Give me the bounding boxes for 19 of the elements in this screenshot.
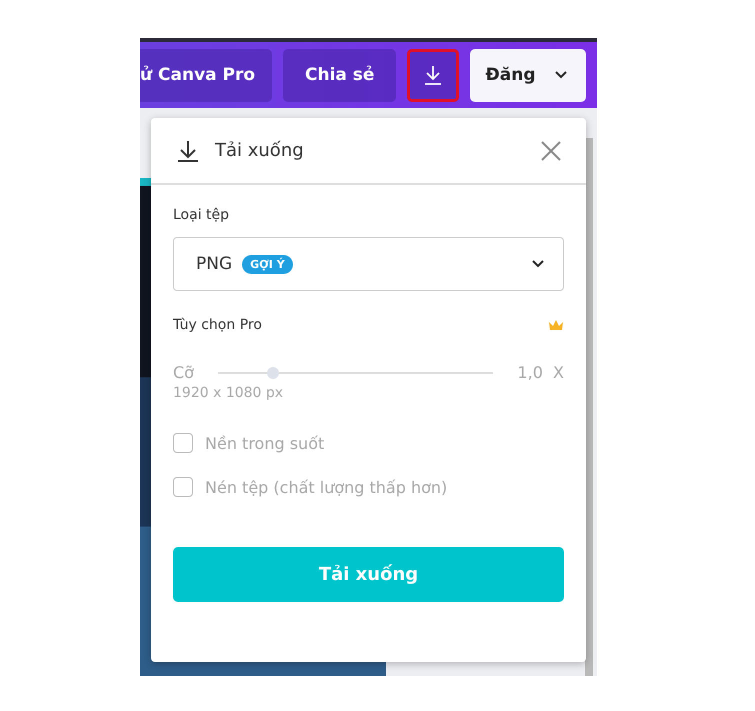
panel-title: Tải xuống bbox=[215, 140, 305, 161]
publish-button[interactable]: Đăng bbox=[470, 48, 586, 102]
suggested-badge: GỢI Ý bbox=[242, 254, 293, 274]
chevron-down-icon bbox=[531, 259, 545, 269]
size-label: Cỡ bbox=[173, 363, 194, 382]
size-reading: 1,0 X bbox=[517, 363, 564, 382]
download-icon bbox=[175, 138, 201, 162]
chevron-down-icon bbox=[554, 70, 568, 80]
toolbar-button[interactable]: Chia sẻ bbox=[283, 48, 396, 102]
close-icon[interactable] bbox=[540, 140, 562, 162]
field-label: Loại tệp bbox=[173, 207, 230, 223]
checkbox-label: Nền trong suốt bbox=[205, 434, 324, 452]
download-button[interactable] bbox=[407, 48, 459, 102]
crown-icon bbox=[548, 318, 564, 332]
section-title: Tùy chọn Pro bbox=[173, 317, 262, 333]
file-type-select[interactable]: PNG GỢI Ý bbox=[173, 237, 564, 291]
checkbox-label: Nén tệp (chất lượng thấp hơn) bbox=[205, 478, 448, 496]
dimensions-text: 1920 x 1080 px bbox=[173, 385, 284, 401]
toolbar-button[interactable]: ử Canva Pro bbox=[140, 48, 272, 102]
